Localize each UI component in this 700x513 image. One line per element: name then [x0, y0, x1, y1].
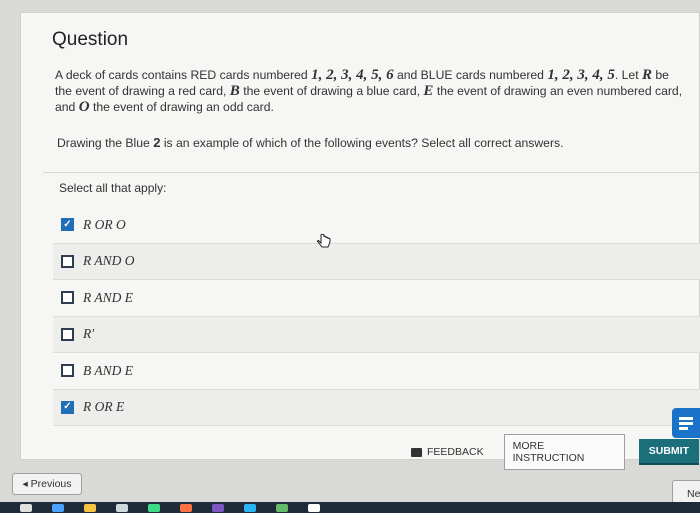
- option-label: R AND O: [83, 253, 135, 269]
- checkbox-unchecked[interactable]: [61, 364, 74, 378]
- option-r-and-e[interactable]: R AND E: [53, 280, 700, 317]
- option-r-and-o[interactable]: R AND O: [53, 243, 700, 280]
- question-card: Question A deck of cards contains RED ca…: [20, 12, 700, 470]
- option-label: R AND E: [83, 289, 133, 305]
- option-label: R′: [83, 326, 95, 342]
- checkbox-checked[interactable]: [61, 218, 74, 232]
- submit-button[interactable]: SUBMIT: [638, 439, 699, 465]
- question-prompt: Drawing the Blue 2 is an example of whic…: [57, 135, 564, 150]
- notes-icon[interactable]: [672, 408, 700, 438]
- app-icon[interactable]: [116, 503, 128, 512]
- option-r-complement[interactable]: R′: [53, 316, 700, 353]
- option-r-or-e[interactable]: R OR E: [53, 389, 700, 426]
- select-all-label: Select all that apply:: [59, 181, 167, 195]
- more-instruction-button[interactable]: MORE INSTRUCTION: [503, 434, 625, 470]
- comment-icon: [411, 447, 422, 457]
- feedback-button[interactable]: FEEDBACK: [411, 446, 484, 458]
- option-r-or-o[interactable]: R OR O: [53, 207, 700, 244]
- taskbar: [0, 502, 700, 513]
- app-icon[interactable]: [308, 503, 320, 512]
- previous-button[interactable]: ◂ Previous: [12, 473, 82, 495]
- app-icon[interactable]: [276, 503, 288, 512]
- app-icon[interactable]: [84, 503, 96, 512]
- answer-options: R OR O R AND O R AND E R′ B AND E R OR E: [53, 207, 700, 426]
- question-area: Question A deck of cards contains RED ca…: [43, 13, 700, 173]
- app-icon[interactable]: [148, 503, 160, 512]
- app-icon[interactable]: [20, 503, 32, 512]
- checkbox-checked[interactable]: [61, 400, 74, 414]
- checkbox-unchecked[interactable]: [61, 327, 74, 341]
- checkbox-unchecked[interactable]: [61, 254, 74, 268]
- action-bar: FEEDBACK MORE INSTRUCTION SUBMIT: [411, 434, 699, 470]
- app-icon[interactable]: [180, 503, 192, 512]
- hand-cursor-icon: [317, 234, 331, 248]
- checkbox-unchecked[interactable]: [61, 291, 74, 305]
- app-icon[interactable]: [52, 503, 64, 512]
- question-text: A deck of cards contains RED cards numbe…: [55, 67, 683, 115]
- app-icon[interactable]: [212, 503, 224, 512]
- option-b-and-e[interactable]: B AND E: [53, 353, 700, 390]
- option-label: R OR O: [83, 216, 126, 232]
- question-title: Question: [52, 29, 129, 50]
- option-label: R OR E: [83, 399, 125, 415]
- app-icon[interactable]: [244, 503, 256, 512]
- option-label: B AND E: [83, 362, 133, 378]
